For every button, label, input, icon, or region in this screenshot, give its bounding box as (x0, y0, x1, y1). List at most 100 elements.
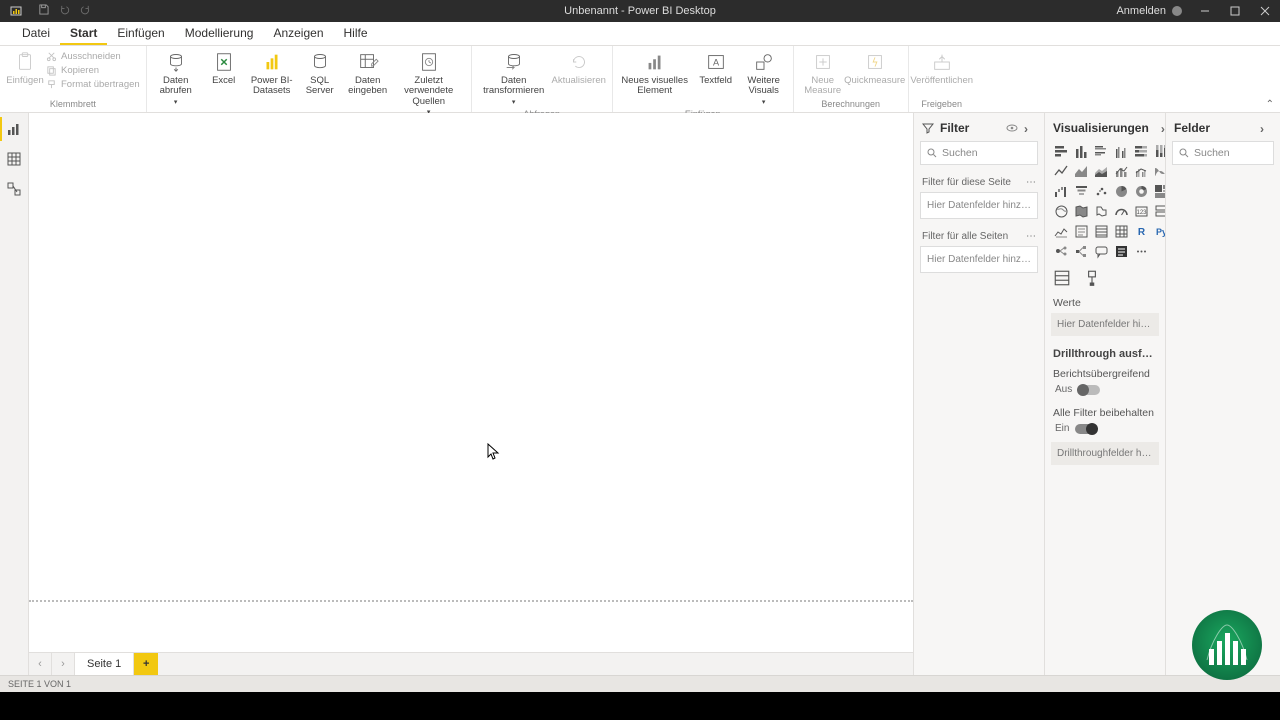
close-button[interactable] (1250, 0, 1280, 22)
tab-start[interactable]: Start (60, 22, 107, 45)
excel-button[interactable]: Excel (201, 48, 247, 86)
group-label-share: Freigeben (921, 97, 962, 112)
viz-stacked-bar-icon[interactable] (1053, 143, 1069, 159)
keep-filters-toggle[interactable] (1075, 424, 1097, 434)
cross-report-toggle[interactable] (1078, 385, 1100, 395)
recent-icon (417, 50, 441, 74)
viz-funnel-icon[interactable] (1073, 183, 1089, 199)
more-icon[interactable]: ⋯ (1026, 177, 1036, 188)
viz-matrix-icon[interactable] (1113, 223, 1129, 239)
collapse-filter-button[interactable]: › (1024, 122, 1036, 134)
viz-clustered-bar-icon[interactable] (1093, 143, 1109, 159)
viz-stacked-column-icon[interactable] (1073, 143, 1089, 159)
fields-title: Felder (1174, 121, 1210, 135)
add-page-button[interactable]: + (134, 653, 158, 675)
textbox-button[interactable]: ATextfeld (693, 48, 739, 86)
viz-scatter-icon[interactable] (1093, 183, 1109, 199)
eye-icon[interactable] (1006, 122, 1018, 134)
more-visuals-button[interactable]: Weitere Visuals▾ (741, 48, 787, 107)
get-data-button[interactable]: Daten abrufen▾ (153, 48, 199, 107)
viz-table-icon[interactable] (1093, 223, 1109, 239)
viz-filled-map-icon[interactable] (1073, 203, 1089, 219)
collapse-fields-button[interactable]: › (1260, 122, 1272, 134)
minimize-button[interactable] (1190, 0, 1220, 22)
viz-donut-icon[interactable] (1133, 183, 1149, 199)
format-painter-button[interactable]: Format übertragen (46, 79, 140, 90)
sql-server-button[interactable]: SQL Server (297, 48, 343, 97)
new-visual-button[interactable]: Neues visuelles Element (619, 48, 691, 97)
group-label-calc: Berechnungen (821, 97, 880, 112)
page-tab-1[interactable]: Seite 1 (75, 653, 134, 675)
drillthrough-header: Drillthrough ausfü… (1045, 342, 1165, 362)
publish-button[interactable]: Veröffentlichen (915, 48, 969, 86)
viz-shape-map-icon[interactable] (1093, 203, 1109, 219)
viz-100-stacked-bar-icon[interactable] (1133, 143, 1149, 159)
signin-button[interactable]: Anmelden (1108, 5, 1190, 17)
drillthrough-dropzone[interactable]: Drillthroughfelder hier hinz… (1051, 442, 1159, 465)
viz-kpi-icon[interactable] (1053, 223, 1069, 239)
recent-sources-button[interactable]: Zuletzt verwendete Quellen▾ (393, 48, 465, 117)
viz-area-icon[interactable] (1073, 163, 1089, 179)
ribbon-collapse-button[interactable]: ⌃ (1266, 99, 1274, 110)
refresh-icon (567, 50, 591, 74)
more-icon[interactable]: ⋯ (1026, 231, 1036, 242)
viz-gauge-icon[interactable] (1113, 203, 1129, 219)
svg-text:A: A (713, 58, 720, 68)
ribbon: Einfügen Ausschneiden Kopieren Format üb… (0, 46, 1280, 113)
model-view-button[interactable] (6, 181, 22, 197)
viz-pie-icon[interactable] (1113, 183, 1129, 199)
tab-datei[interactable]: Datei (12, 22, 60, 45)
viz-qa-icon[interactable] (1093, 243, 1109, 259)
tab-einfuegen[interactable]: Einfügen (107, 22, 174, 45)
save-icon[interactable] (38, 4, 49, 18)
report-canvas[interactable] (29, 113, 913, 600)
cut-button[interactable]: Ausschneiden (46, 51, 140, 62)
viz-combo-stacked-icon[interactable] (1113, 163, 1129, 179)
viz-narrative-icon[interactable] (1113, 243, 1129, 259)
paste-button[interactable]: Einfügen (2, 48, 48, 86)
tab-anzeigen[interactable]: Anzeigen (263, 22, 333, 45)
transform-data-button[interactable]: Daten transformieren▾ (478, 48, 550, 107)
viz-map-icon[interactable] (1053, 203, 1069, 219)
visualizations-pane: Visualisierungen › (1044, 113, 1165, 675)
values-label: Werte (1045, 291, 1165, 311)
fields-search-input[interactable]: Suchen (1172, 141, 1274, 165)
filter-all-dropzone[interactable]: Hier Datenfelder hinzufüg… (920, 246, 1038, 273)
filter-title: Filter (940, 121, 969, 135)
copy-button[interactable]: Kopieren (46, 65, 140, 76)
viz-card-icon[interactable]: 123 (1133, 203, 1149, 219)
data-view-button[interactable] (6, 151, 22, 167)
page-prev-button[interactable]: ‹ (29, 653, 52, 675)
filter-search-input[interactable]: Suchen (920, 141, 1038, 165)
canvas-resize-gutter[interactable] (29, 600, 913, 652)
report-view-button[interactable] (6, 121, 22, 137)
viz-line-icon[interactable] (1053, 163, 1069, 179)
values-dropzone[interactable]: Hier Datenfelder hinzufügen (1051, 313, 1159, 336)
viz-decomposition-icon[interactable] (1073, 243, 1089, 259)
format-tab[interactable] (1083, 269, 1101, 287)
viz-combo-clustered-icon[interactable] (1133, 163, 1149, 179)
viz-clustered-column-icon[interactable] (1113, 143, 1129, 159)
pbi-datasets-button[interactable]: Power BI-Datasets (249, 48, 295, 97)
viz-r-icon[interactable]: R (1133, 223, 1149, 239)
viz-more-icon[interactable] (1133, 243, 1149, 259)
page-next-button[interactable]: › (52, 653, 75, 675)
refresh-button[interactable]: Aktualisieren (552, 48, 606, 86)
viz-slicer-icon[interactable] (1073, 223, 1089, 239)
quick-measure-button[interactable]: Quickmeasure (848, 48, 902, 86)
new-measure-button[interactable]: Neue Measure (800, 48, 846, 97)
quick-icon (863, 50, 887, 74)
tab-hilfe[interactable]: Hilfe (334, 22, 378, 45)
viz-key-influencers-icon[interactable] (1053, 243, 1069, 259)
fields-well-tab[interactable] (1053, 269, 1071, 287)
transform-icon (502, 50, 526, 74)
enter-data-button[interactable]: Daten eingeben (345, 48, 391, 97)
viz-stacked-area-icon[interactable] (1093, 163, 1109, 179)
viz-waterfall-icon[interactable] (1053, 183, 1069, 199)
filter-page-dropzone[interactable]: Hier Datenfelder hinzufüg… (920, 192, 1038, 219)
tab-modellierung[interactable]: Modellierung (175, 22, 264, 45)
undo-icon[interactable] (59, 4, 70, 18)
measure-icon (811, 50, 835, 74)
redo-icon[interactable] (80, 4, 91, 18)
maximize-button[interactable] (1220, 0, 1250, 22)
